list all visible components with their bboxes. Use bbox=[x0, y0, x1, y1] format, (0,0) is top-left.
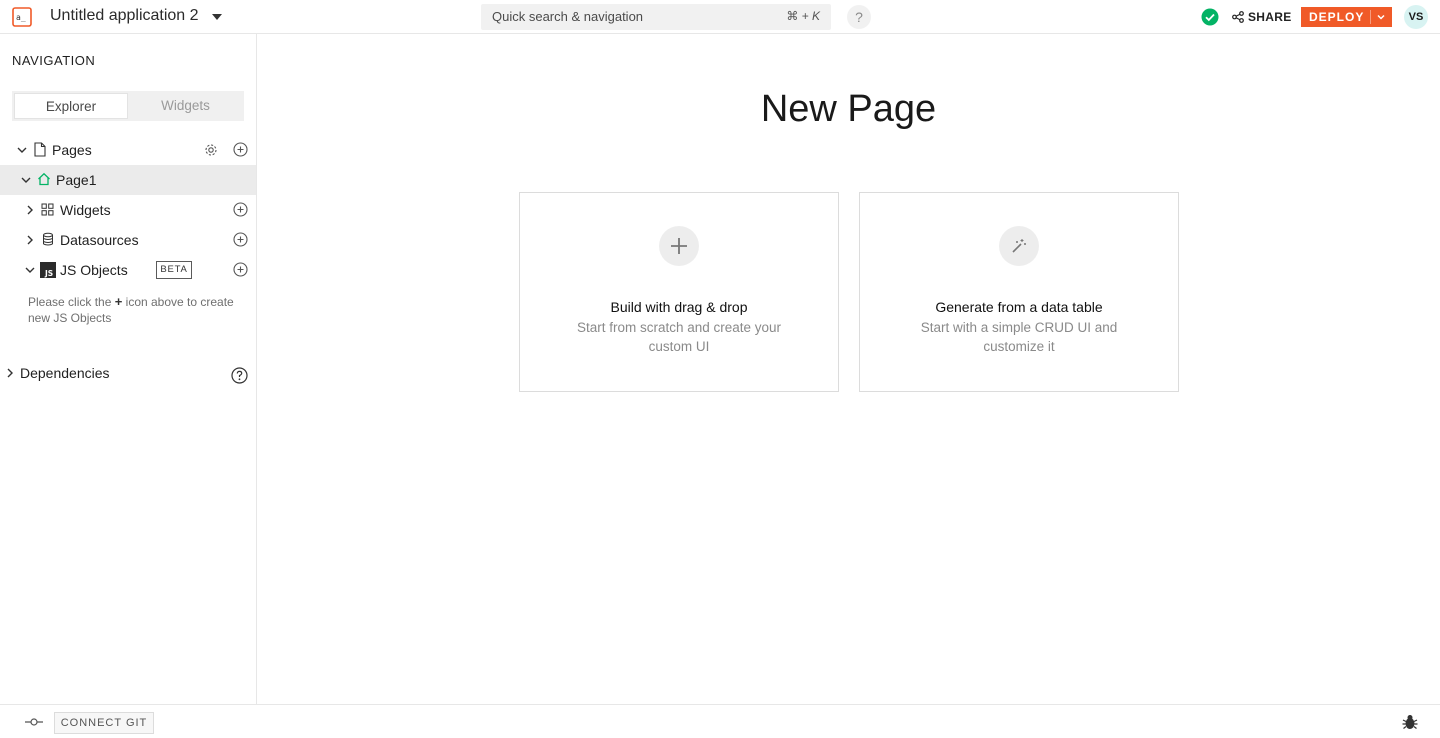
sidebar-item-datasources[interactable]: Datasources bbox=[0, 225, 256, 255]
saved-status-icon bbox=[1201, 8, 1219, 26]
chevron-right-icon[interactable] bbox=[24, 234, 36, 246]
widgets-grid-icon bbox=[41, 203, 54, 216]
pages-label: Pages bbox=[52, 142, 92, 158]
chevron-down-icon[interactable] bbox=[20, 174, 32, 186]
page1-label: Page1 bbox=[56, 172, 97, 188]
tab-widgets[interactable]: Widgets bbox=[129, 93, 242, 119]
card-description: Start from scratch and create your custo… bbox=[576, 320, 782, 354]
bottom-bar: CONNECT GIT bbox=[0, 704, 1440, 738]
hint-prefix: Please click the bbox=[28, 295, 112, 309]
chevron-down-icon[interactable] bbox=[16, 144, 28, 156]
add-datasource-icon[interactable] bbox=[233, 232, 248, 247]
search-placeholder: Quick search & navigation bbox=[492, 9, 644, 24]
hint-plus: + bbox=[114, 294, 123, 309]
sidebar-item-js-objects[interactable]: JS JS Objects BETA bbox=[0, 255, 256, 285]
share-icon bbox=[1232, 11, 1244, 23]
pages-row[interactable]: Pages bbox=[0, 135, 256, 165]
beta-badge: BETA bbox=[156, 261, 192, 279]
svg-text:JS: JS bbox=[44, 269, 53, 278]
home-icon bbox=[38, 172, 50, 186]
magic-wand-icon bbox=[999, 226, 1039, 266]
database-icon bbox=[43, 232, 53, 246]
dependencies-label: Dependencies bbox=[20, 365, 110, 381]
gear-icon[interactable] bbox=[204, 143, 218, 157]
help-circle-icon[interactable] bbox=[231, 367, 248, 384]
build-drag-drop-card[interactable]: Build with drag & drop Start from scratc… bbox=[519, 192, 839, 392]
card-title: Build with drag & drop bbox=[610, 299, 748, 315]
bug-icon[interactable] bbox=[1401, 713, 1419, 731]
quick-search-bar[interactable]: Quick search & navigation ⌘ + K bbox=[481, 4, 831, 30]
js-objects-hint: Please click the + icon above to create … bbox=[28, 294, 253, 326]
git-commit-icon bbox=[25, 718, 43, 726]
page-title: New Page bbox=[760, 88, 937, 130]
chevron-right-icon[interactable] bbox=[24, 204, 36, 216]
add-js-object-icon[interactable] bbox=[233, 262, 248, 277]
navigation-heading: NAVIGATION bbox=[12, 53, 96, 68]
card-title: Generate from a data table bbox=[935, 299, 1103, 315]
app-title[interactable]: Untitled application 2 bbox=[50, 7, 199, 25]
sidebar: NAVIGATION Explorer Widgets Pages Page1 … bbox=[0, 34, 257, 704]
card-description: Start with a simple CRUD UI and customiz… bbox=[920, 320, 1118, 354]
deploy-divider bbox=[1370, 10, 1371, 24]
connect-git-button[interactable]: CONNECT GIT bbox=[54, 712, 154, 734]
tab-explorer[interactable]: Explorer bbox=[14, 93, 128, 119]
user-avatar[interactable]: VS bbox=[1404, 5, 1428, 29]
svg-text:a_: a_ bbox=[16, 13, 26, 22]
js-objects-label: JS Objects bbox=[60, 262, 128, 278]
js-icon: JS bbox=[40, 262, 56, 278]
appsmith-logo-icon[interactable]: a_ bbox=[12, 7, 32, 27]
chevron-down-icon[interactable] bbox=[24, 264, 36, 276]
share-label: SHARE bbox=[1248, 10, 1292, 24]
deploy-button[interactable]: DEPLOY bbox=[1301, 7, 1392, 27]
sidebar-tabs: Explorer Widgets bbox=[12, 91, 244, 121]
sidebar-item-dependencies[interactable]: Dependencies bbox=[0, 358, 256, 388]
help-icon[interactable]: ? bbox=[847, 5, 871, 29]
sidebar-item-page1[interactable]: Page1 bbox=[0, 165, 256, 195]
chevron-down-icon[interactable] bbox=[1375, 11, 1387, 23]
generate-data-table-card[interactable]: Generate from a data table Start with a … bbox=[859, 192, 1179, 392]
chevron-down-icon[interactable] bbox=[212, 14, 222, 20]
top-bar: a_ Untitled application 2 Quick search &… bbox=[0, 0, 1440, 34]
add-page-icon[interactable] bbox=[233, 142, 248, 157]
page-icon bbox=[34, 142, 46, 157]
plus-icon bbox=[659, 226, 699, 266]
search-shortcut: ⌘ + K bbox=[786, 9, 820, 23]
add-widget-icon[interactable] bbox=[233, 202, 248, 217]
chevron-right-icon[interactable] bbox=[4, 367, 16, 379]
datasources-label: Datasources bbox=[60, 232, 139, 248]
widgets-label: Widgets bbox=[60, 202, 111, 218]
sidebar-item-widgets[interactable]: Widgets bbox=[0, 195, 256, 225]
deploy-label: DEPLOY bbox=[1309, 10, 1365, 24]
